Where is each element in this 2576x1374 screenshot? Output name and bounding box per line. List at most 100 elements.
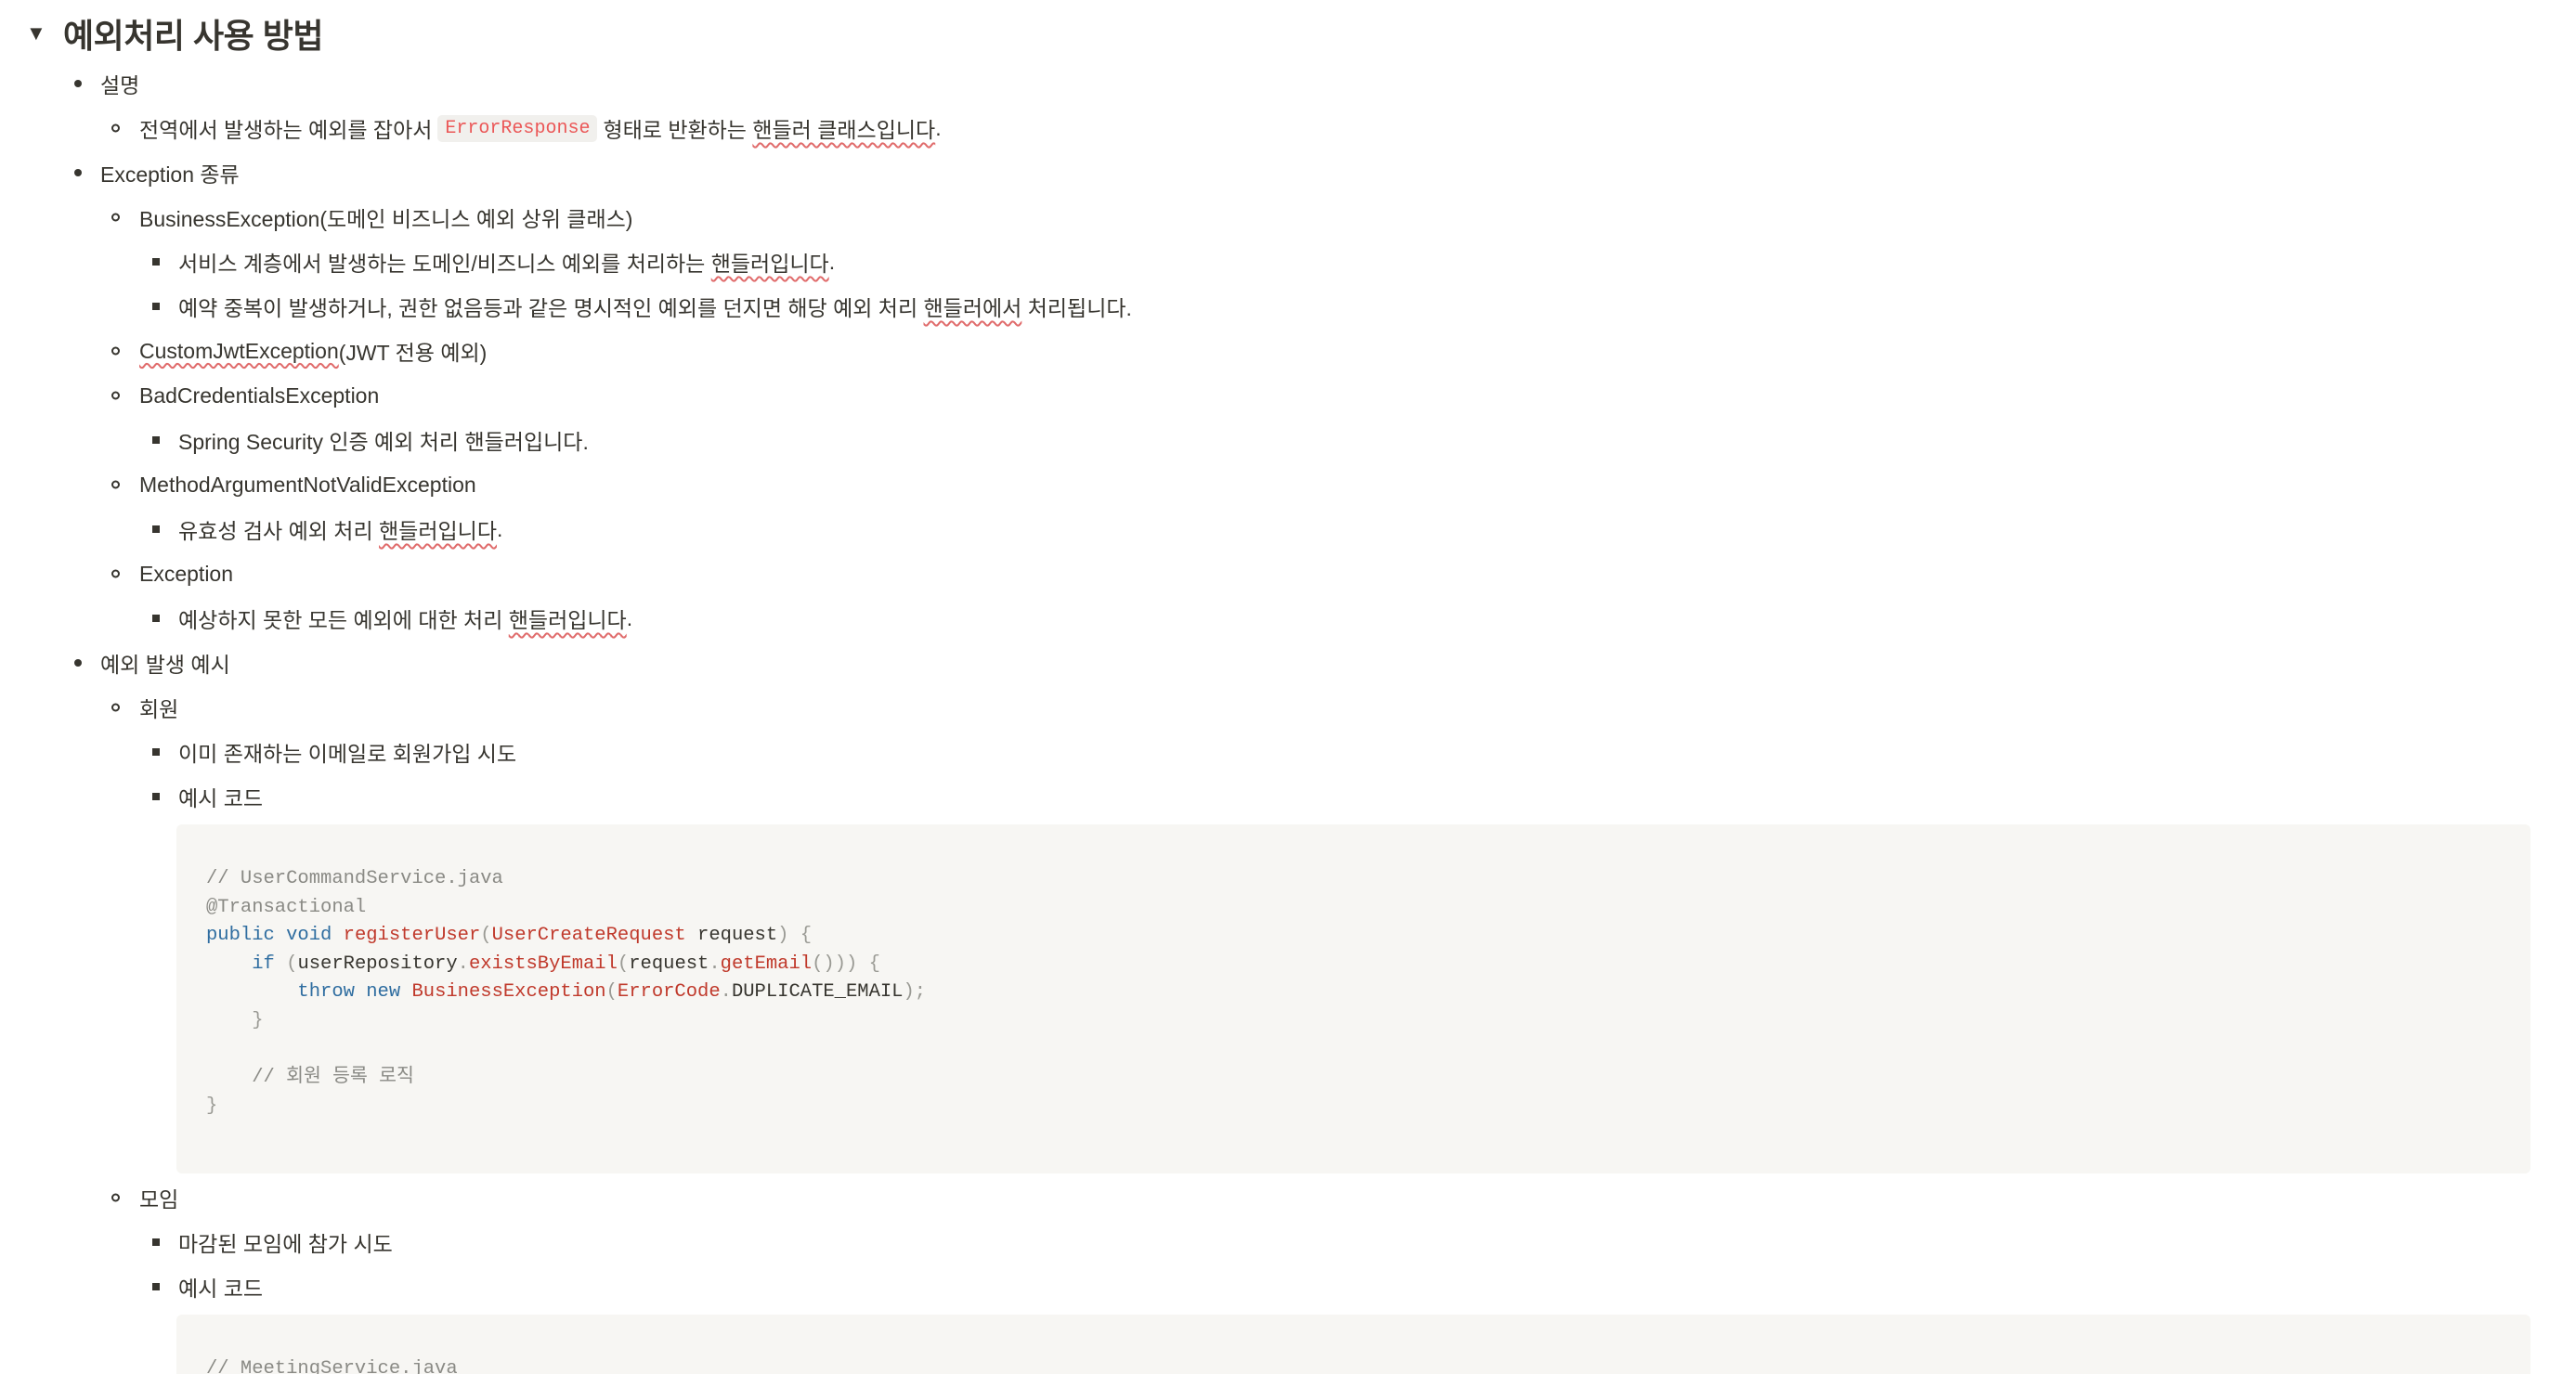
- text: 예시 코드: [178, 786, 264, 810]
- inline-code: ErrorResponse: [437, 114, 598, 142]
- code-line: }: [206, 1095, 218, 1117]
- list-item-method-argument-sub: 유효성 검사 예외 처리 핸들러입니다.: [152, 509, 503, 550]
- code-token: ())) {: [812, 953, 880, 975]
- text: 유효성 검사 예외 처리: [178, 519, 373, 543]
- list-item-description: 설명: [74, 63, 140, 104]
- code-token: (: [617, 953, 630, 975]
- code-token: .: [709, 953, 721, 975]
- text: .: [935, 115, 942, 140]
- spellcheck-word: 핸들러입니다: [710, 252, 829, 276]
- code-line: throw new BusinessException(ErrorCode.DU…: [206, 979, 2501, 1007]
- bullet-icon: [111, 123, 120, 133]
- code-token: registerUser: [343, 925, 481, 947]
- code-line: // UserCommandService.java: [206, 868, 503, 889]
- toggle-heading[interactable]: ▼ 예외처리 사용 방법: [26, 7, 323, 59]
- list-item-label: BadCredentialsException: [139, 382, 380, 408]
- bullet-icon: [74, 169, 82, 176]
- spellcheck-word: 핸들러에서: [923, 296, 1022, 320]
- code-token: (: [480, 925, 492, 947]
- code-token: new: [366, 981, 401, 1004]
- list-item-business-sub1: 서비스 계층에서 발생하는 도메인/비즈니스 예외를 처리하는 핸들러입니다.: [152, 241, 836, 282]
- code-token: }: [252, 1009, 264, 1031]
- list-item-label: MethodArgumentNotValidException: [139, 472, 476, 497]
- code-token: DUPLICATE_EMAIL: [731, 981, 904, 1004]
- text: 이미 존재하는 이메일로 회원가입 시도: [178, 742, 517, 766]
- bullet-icon: [111, 346, 120, 356]
- code-token: existsByEmail: [468, 953, 618, 975]
- code-token: (: [605, 981, 618, 1004]
- bullet-icon: [111, 391, 120, 400]
- list-item-bad-credentials: BadCredentialsException: [111, 375, 380, 416]
- text: .: [626, 605, 633, 630]
- bullet-icon: [74, 80, 82, 87]
- code-line: if (userRepository.existsByEmail(request…: [206, 951, 2501, 979]
- text: 서비스 계층에서 발생하는 도메인/비즈니스 예외를 처리하는: [178, 252, 706, 276]
- code-token: (: [274, 953, 298, 975]
- text: 예상하지 못한 모든 예외에 대한 처리: [178, 608, 503, 632]
- list-item-label: 모임: [139, 1187, 179, 1212]
- code-line: }: [206, 1007, 2501, 1036]
- list-item-meeting-sub1: 마감된 모임에 참가 시도: [152, 1222, 393, 1263]
- bullet-icon: [111, 569, 120, 578]
- code-token: );: [903, 981, 927, 1004]
- code-token: // 회원 등록 로직: [252, 1067, 414, 1089]
- page: ▼ 예외처리 사용 방법 설명 전역에서 발생하는 예외를 잡아서 ErrorR…: [0, 0, 2576, 1374]
- spellcheck-word: 핸들러 클래스입니다: [752, 118, 936, 142]
- code-line: // 회원 등록 로직: [206, 1064, 2501, 1093]
- code-token: if: [252, 953, 275, 975]
- code-token: ) {: [777, 925, 813, 947]
- code-token: ErrorCode: [617, 981, 721, 1004]
- list-item-label: BusinessException(도메인 비즈니스 예외 상위 클래스): [139, 207, 633, 231]
- bullet-icon: [111, 480, 120, 489]
- code-token: .: [457, 953, 469, 975]
- text: (JWT 전용 예외): [338, 341, 488, 365]
- spellcheck-word: CustomJwtException: [139, 338, 339, 363]
- list-item-examples: 예외 발생 예시: [74, 642, 230, 683]
- list-item-member-sub1: 이미 존재하는 이메일로 회원가입 시도: [152, 732, 517, 772]
- code-token: UserCreateRequest: [491, 925, 686, 947]
- text: Spring Security 인증 예외 처리 핸들러입니다.: [178, 430, 589, 454]
- spellcheck-word: 핸들러입니다: [508, 608, 627, 632]
- code-token: getEmail: [720, 953, 813, 975]
- bullet-icon: [152, 303, 160, 310]
- bullet-icon: [74, 659, 82, 667]
- text: 형태로 반환하는: [603, 118, 747, 142]
- list-item-meeting: 모임: [111, 1177, 179, 1218]
- code-line: // MeetingService.java: [206, 1358, 458, 1374]
- list-item-method-argument: MethodArgumentNotValidException: [111, 464, 476, 505]
- text: 마감된 모임에 참가 시도: [178, 1232, 393, 1256]
- code-line: @Transactional: [206, 896, 367, 918]
- text: .: [496, 516, 503, 541]
- list-item-business-exception: BusinessException(도메인 비즈니스 예외 상위 클래스): [111, 197, 633, 238]
- list-item-business-sub2: 예약 중복이 발생하거나, 권한 없음등과 같은 명시적인 예외를 던지면 해당…: [152, 286, 1132, 327]
- section-title: 예외처리 사용 방법: [63, 17, 323, 55]
- bullet-icon: [152, 1283, 160, 1290]
- bullet-icon: [152, 258, 160, 266]
- text: 예시 코드: [178, 1277, 264, 1301]
- list-item-jwt-exception: CustomJwtException (JWT 전용 예외): [111, 331, 488, 371]
- bullet-icon: [152, 1238, 160, 1246]
- list-item-label: 예외 발생 예시: [100, 653, 230, 677]
- code-token: BusinessException: [411, 981, 606, 1004]
- code-line: public void registerUser(UserCreateReque…: [206, 922, 2501, 951]
- list-item-exception-types: Exception 종류: [74, 152, 240, 193]
- code-block-user-service[interactable]: // UserCommandService.java @Transactiona…: [176, 824, 2530, 1173]
- text: 예약 중복이 발생하거나, 권한 없음등과 같은 명시적인 예외를 던지면 해당…: [178, 296, 918, 320]
- bullet-icon: [152, 615, 160, 622]
- bullet-icon: [111, 213, 120, 222]
- code-block-meeting-service[interactable]: // MeetingService.java: [176, 1315, 2530, 1374]
- list-item-exception: Exception: [111, 553, 233, 594]
- list-item-label: 설명: [100, 73, 140, 97]
- text: .: [828, 249, 836, 274]
- code-token: throw: [297, 981, 355, 1004]
- list-item-meeting-sub2: 예시 코드: [152, 1266, 264, 1307]
- code-token: .: [720, 981, 732, 1004]
- bullet-icon: [152, 525, 160, 533]
- list-item-bad-credentials-sub: Spring Security 인증 예외 처리 핸들러입니다.: [152, 420, 589, 460]
- bullet-icon: [111, 1193, 120, 1202]
- text: 전역에서 발생하는 예외를 잡아서: [139, 118, 433, 142]
- toggle-arrow-icon[interactable]: ▼: [26, 21, 63, 45]
- list-item-label: Exception 종류: [100, 162, 240, 187]
- list-item-label: 회원: [139, 697, 179, 721]
